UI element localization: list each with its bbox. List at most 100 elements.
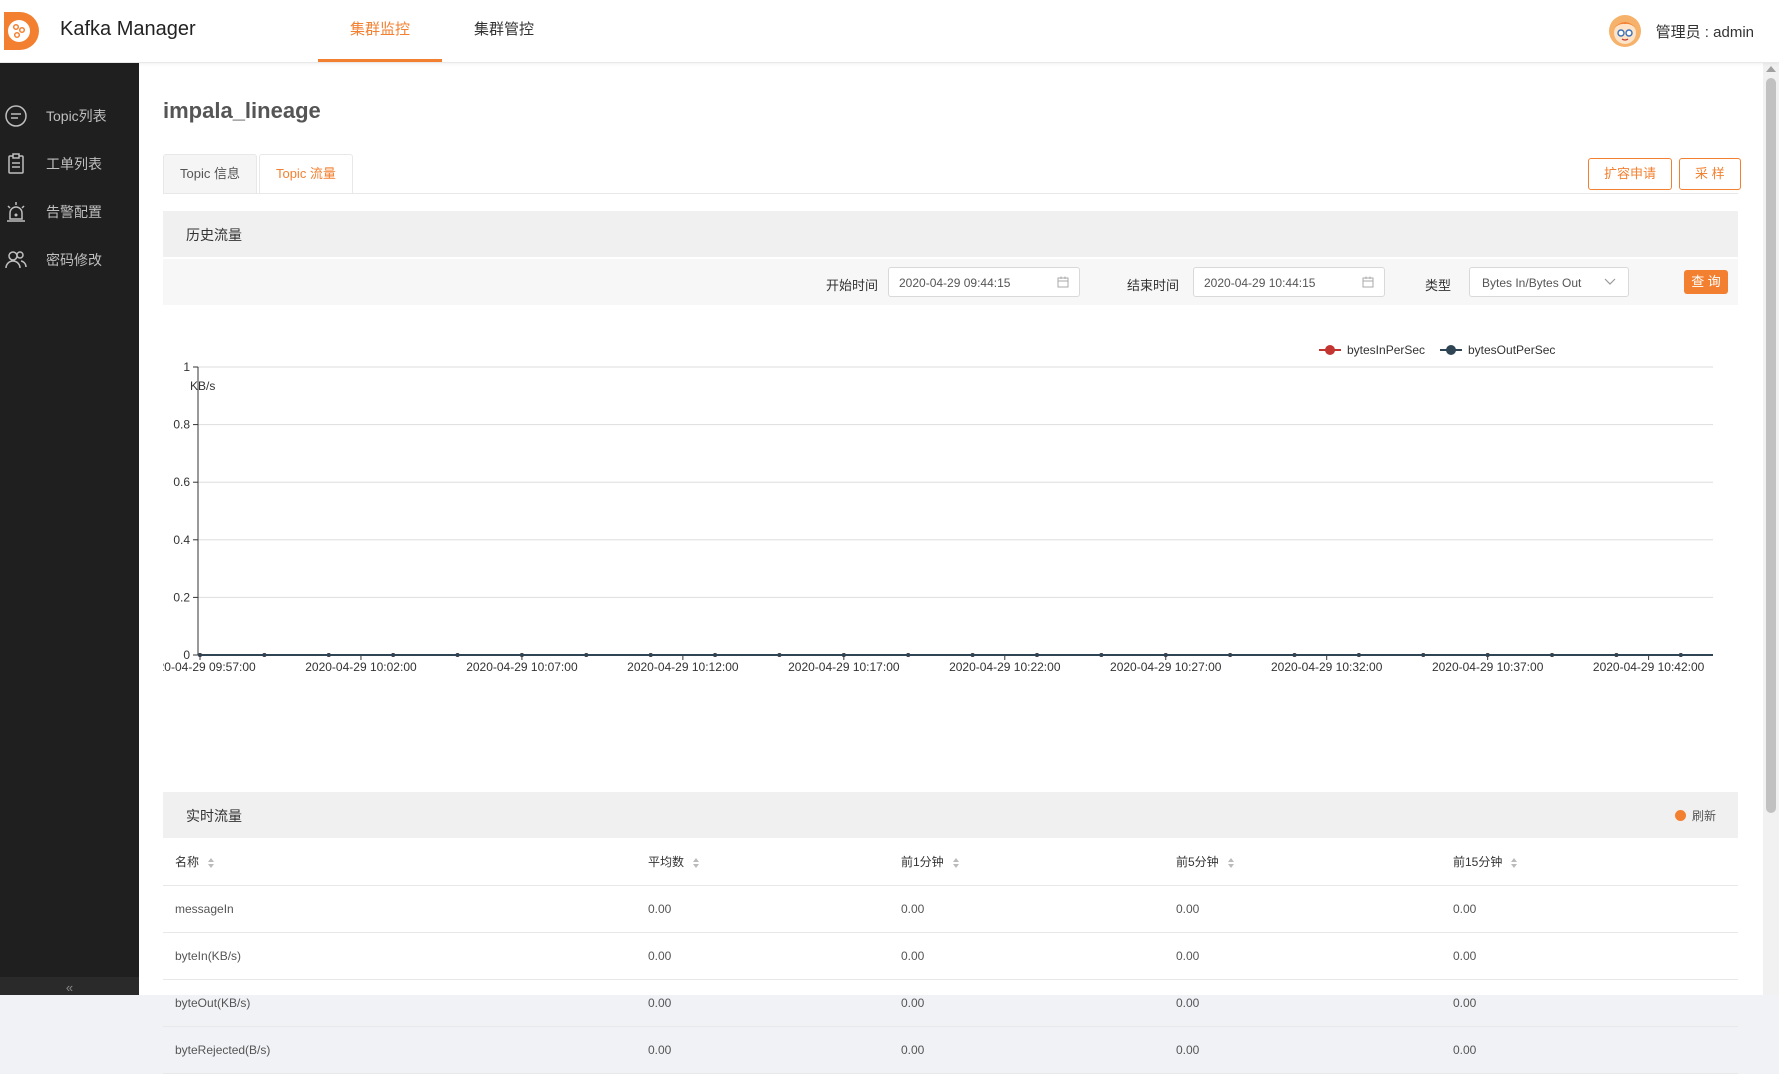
alarm-icon xyxy=(7,202,25,222)
table-header-row: 名称 平均数 前1分钟 前5分钟 前15分钟 xyxy=(163,838,1738,886)
table-row: byteOut(KB/s) 0.00 0.00 0.00 0.00 xyxy=(163,979,1738,1027)
refresh-button[interactable]: 刷新 xyxy=(1674,807,1716,824)
tab-topic-traffic[interactable]: Topic 流量 xyxy=(258,154,353,194)
legend-swatch-dot xyxy=(1446,345,1456,355)
table-cell: 0.00 xyxy=(889,885,1164,933)
topnav-cluster-monitor[interactable]: 集群监控 xyxy=(318,0,443,62)
sidebar-item-topic-list[interactable]: Topic列表 xyxy=(0,92,139,140)
end-time-value: 2020-04-29 10:44:15 xyxy=(1204,276,1316,290)
scrollbar-thumb[interactable] xyxy=(1766,78,1776,813)
data-point xyxy=(1614,653,1619,657)
calendar-icon xyxy=(1057,276,1069,288)
user-menu[interactable]: 管理员 : admin xyxy=(1608,13,1754,49)
column-header-name[interactable]: 名称 xyxy=(163,838,636,886)
x-tick-label: 2020-04-29 10:27:00 xyxy=(1110,660,1222,674)
table-cell: 0.00 xyxy=(889,979,1164,1027)
message-icon xyxy=(5,105,27,127)
legend-label: bytesInPerSec xyxy=(1347,343,1425,357)
sidebar-item-label: 密码修改 xyxy=(46,252,102,268)
table-cell: byteOut(KB/s) xyxy=(163,979,636,1027)
sidebar-item-label: 工单列表 xyxy=(46,156,102,172)
topnav-cluster-control[interactable]: 集群管控 xyxy=(442,0,566,59)
data-point xyxy=(713,653,718,657)
sidebar-item-label: Topic列表 xyxy=(46,108,107,124)
sort-icon[interactable] xyxy=(207,857,215,869)
page-title: impala_lineage xyxy=(163,98,321,123)
x-tick-label: 2020-04-29 10:12:00 xyxy=(627,660,739,674)
table-cell: 0.00 xyxy=(889,932,1164,980)
data-point xyxy=(970,653,975,657)
chevron-down-icon xyxy=(1604,278,1616,285)
table-cell: 0.00 xyxy=(1164,979,1441,1027)
sort-icon[interactable] xyxy=(1510,857,1518,869)
table-cell: 0.00 xyxy=(636,885,889,933)
column-header-average[interactable]: 平均数 xyxy=(636,838,889,886)
history-filter-row: 开始时间 2020-04-29 09:44:15 结束时间 2020-04-29… xyxy=(163,259,1738,305)
sort-icon[interactable] xyxy=(952,857,960,869)
sidebar-item-password[interactable]: 密码修改 xyxy=(0,236,139,284)
column-header-1min[interactable]: 前1分钟 xyxy=(889,838,1164,886)
data-point xyxy=(584,653,589,657)
column-header-5min[interactable]: 前5分钟 xyxy=(1164,838,1441,886)
type-select[interactable]: Bytes In/Bytes Out xyxy=(1469,267,1629,297)
data-point xyxy=(1678,653,1683,657)
table-cell: 0.00 xyxy=(1441,885,1738,933)
start-time-input[interactable]: 2020-04-29 09:44:15 xyxy=(888,267,1080,297)
data-point xyxy=(519,653,524,657)
x-tick-label: 2020-04-29 10:32:00 xyxy=(1271,660,1383,674)
table-row: byteIn(KB/s) 0.00 0.00 0.00 0.00 xyxy=(163,932,1738,980)
y-tick-label: 0.8 xyxy=(173,418,190,432)
table-cell: 0.00 xyxy=(1441,1026,1738,1074)
data-point xyxy=(648,653,653,657)
top-nav: 集群监控 集群管控 xyxy=(318,0,566,62)
data-point xyxy=(1550,653,1555,657)
start-time-label: 开始时间 xyxy=(826,278,879,293)
sidebar-item-order-list[interactable]: 工单列表 xyxy=(0,140,139,188)
data-point xyxy=(841,653,846,657)
table-cell: 0.00 xyxy=(1164,1026,1441,1074)
data-point xyxy=(262,653,267,657)
data-point xyxy=(1292,653,1297,657)
history-section-header: 历史流量 xyxy=(163,211,1738,257)
realtime-section-header: 实时流量 刷新 xyxy=(163,792,1738,838)
legend-swatch-dot xyxy=(1325,345,1335,355)
query-button[interactable]: 查 询 xyxy=(1684,270,1728,294)
x-tick-label: 2020-04-29 10:02:00 xyxy=(305,660,417,674)
kafka-logo-icon[interactable] xyxy=(0,8,42,54)
history-title: 历史流量 xyxy=(186,227,242,243)
sort-icon[interactable] xyxy=(1227,857,1235,869)
table-cell: 0.00 xyxy=(889,1026,1164,1074)
scroll-up-arrow-icon[interactable] xyxy=(1766,66,1776,72)
tab-bar: Topic 信息 Topic 流量 xyxy=(163,154,355,194)
realtime-table: 名称 平均数 前1分钟 前5分钟 前15分钟 messageIn 0.00 0.… xyxy=(163,838,1738,1074)
table-row: byteRejected(B/s) 0.00 0.00 0.00 0.00 xyxy=(163,1026,1738,1074)
end-time-label: 结束时间 xyxy=(1127,278,1180,293)
users-icon xyxy=(5,251,27,269)
tab-topic-info[interactable]: Topic 信息 xyxy=(163,154,257,194)
type-select-value: Bytes In/Bytes Out xyxy=(1482,276,1582,290)
top-bar: Kafka Manager 集群监控 集群管控 管理员 : admin xyxy=(0,0,1779,63)
avatar[interactable] xyxy=(1608,14,1642,48)
sort-icon[interactable] xyxy=(692,857,700,869)
sample-button[interactable]: 采 样 xyxy=(1679,158,1741,190)
table-cell: 0.00 xyxy=(636,932,889,980)
sidebar-item-alarm-config[interactable]: 告警配置 xyxy=(0,188,139,236)
data-point xyxy=(1163,653,1168,657)
end-time-input[interactable]: 2020-04-29 10:44:15 xyxy=(1193,267,1385,297)
table-cell: 0.00 xyxy=(1441,932,1738,980)
column-header-15min[interactable]: 前15分钟 xyxy=(1441,838,1738,886)
x-tick-label: 2020-04-29 10:42:00 xyxy=(1593,660,1705,674)
x-tick-label: 2020-04-29 10:07:00 xyxy=(466,660,578,674)
data-point xyxy=(198,653,202,657)
legend-label: bytesOutPerSec xyxy=(1468,343,1555,357)
sidebar-menu: Topic列表 工单列表 告警配置 密码修改 xyxy=(0,92,139,284)
table-cell: 0.00 xyxy=(1164,932,1441,980)
data-point xyxy=(391,653,396,657)
y-axis-label: KB/s xyxy=(190,379,215,393)
refresh-label: 刷新 xyxy=(1691,809,1716,823)
data-point xyxy=(326,653,331,657)
expand-request-button[interactable]: 扩容申请 xyxy=(1588,158,1673,190)
sidebar-collapse-button[interactable]: « xyxy=(0,977,139,995)
data-point xyxy=(1421,653,1426,657)
x-tick-label: 2020-04-29 10:37:00 xyxy=(1432,660,1544,674)
